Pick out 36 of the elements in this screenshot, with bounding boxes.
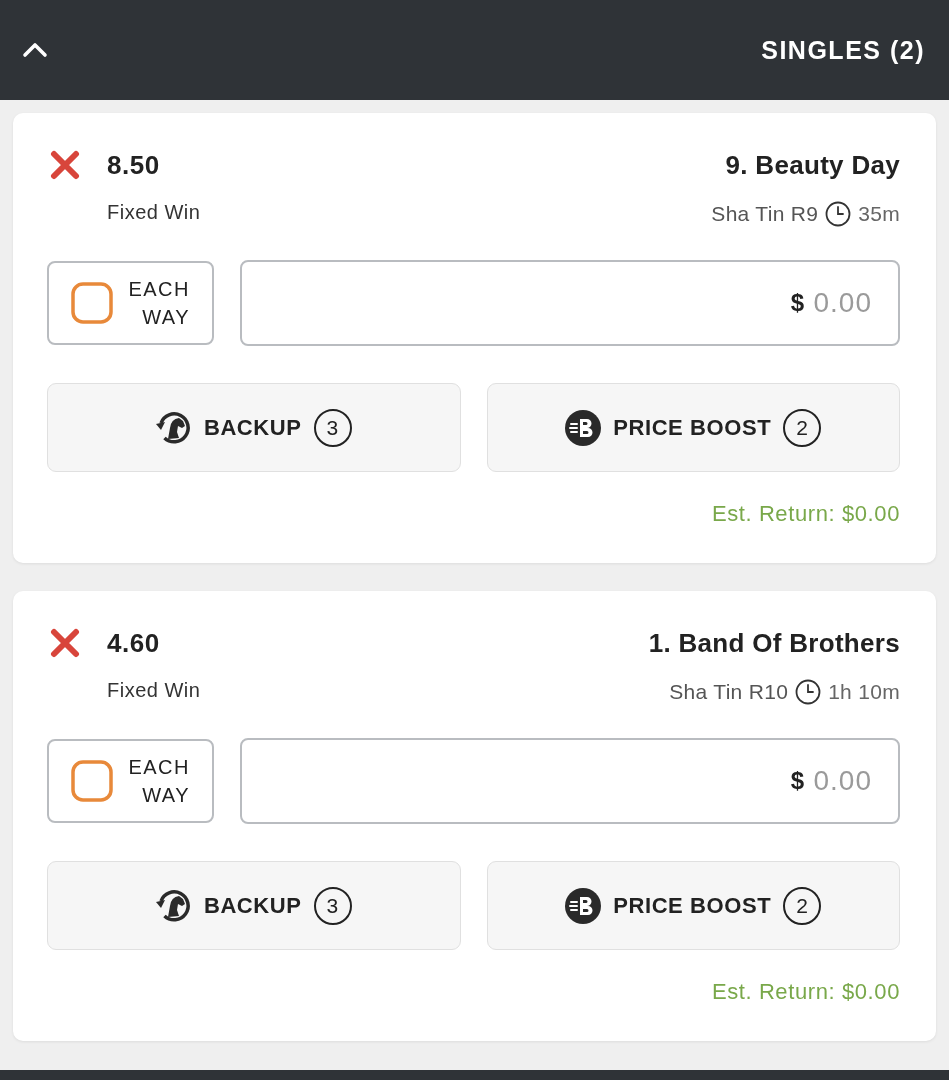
selection-name: 1. Band Of Brothers: [648, 627, 900, 659]
race-name: Sha Tin R9: [711, 201, 819, 227]
bet-type: Fixed Win: [107, 200, 201, 225]
backup-button[interactable]: BACKUP 3: [47, 861, 461, 950]
backup-button[interactable]: BACKUP 3: [47, 383, 461, 472]
count-badge: 2: [783, 886, 822, 925]
count-badge: 3: [313, 886, 352, 925]
horse-arrow-icon: [155, 409, 192, 446]
count-badge: 2: [783, 408, 822, 447]
countdown: 1h 10m: [828, 679, 900, 705]
boost-icon: [565, 887, 602, 924]
bet-type: Fixed Win: [107, 678, 201, 703]
each-way-toggle[interactable]: EACH WAY: [47, 261, 214, 345]
selection-name: 9. Beauty Day: [725, 149, 900, 181]
odds: 8.50: [107, 149, 160, 181]
countdown: 35m: [858, 201, 900, 227]
odds: 4.60: [107, 627, 160, 659]
currency-sign: $: [790, 767, 804, 795]
boost-icon: [565, 409, 602, 446]
price-boost-button[interactable]: PRICE BOOST 2: [486, 861, 900, 950]
currency-sign: $: [790, 289, 804, 317]
clock-icon: [795, 679, 822, 705]
clock-icon: [825, 201, 852, 227]
each-way-toggle[interactable]: EACH WAY: [47, 739, 214, 823]
close-icon[interactable]: [50, 150, 80, 180]
checkbox[interactable]: [71, 760, 113, 802]
caret-icon[interactable]: [22, 42, 48, 58]
section-title: SINGLES (2): [761, 35, 925, 65]
checkbox[interactable]: [71, 282, 113, 324]
count-badge: 3: [313, 408, 352, 447]
estimated-return: Est. Return: $0.00: [711, 501, 900, 527]
price-boost-button[interactable]: PRICE BOOST 2: [486, 383, 900, 472]
close-icon[interactable]: [50, 628, 80, 658]
race-name: Sha Tin R10: [669, 679, 789, 705]
horse-arrow-icon: [155, 887, 192, 924]
estimated-return: Est. Return: $0.00: [711, 979, 900, 1005]
